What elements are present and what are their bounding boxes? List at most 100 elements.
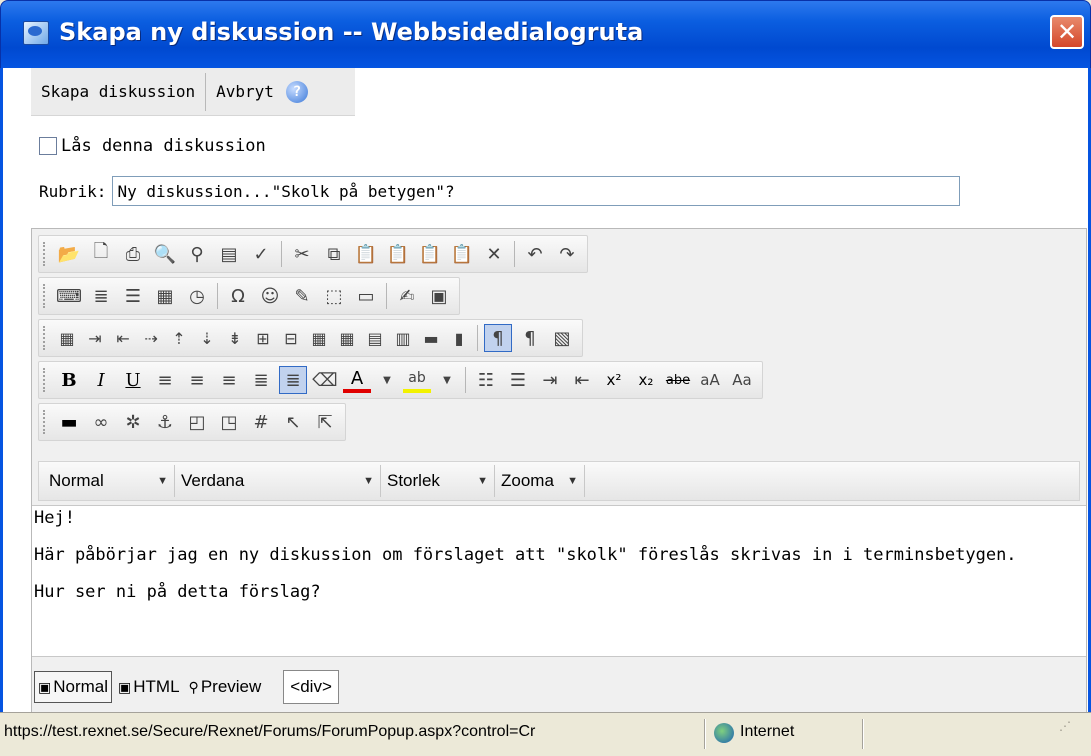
toolbar-grip[interactable]: [43, 368, 47, 392]
insert-link-icon[interactable]: ∞: [87, 408, 115, 436]
zoom-select[interactable]: Zooma ▼: [495, 465, 585, 497]
toolbar-grip[interactable]: [43, 242, 47, 266]
insert-time-icon[interactable]: ◷: [183, 282, 211, 310]
paragraph-style-select[interactable]: Normal ▼: [43, 465, 175, 497]
paste-text-icon[interactable]: 📋: [384, 240, 412, 268]
decrease-font-icon[interactable]: aA: [696, 366, 724, 394]
insert-cell-icon[interactable]: ⊞: [251, 324, 275, 352]
insert-column-before-icon[interactable]: ⇡: [167, 324, 191, 352]
font-size-select[interactable]: Storlek ▼: [381, 465, 495, 497]
rtl-direction-icon[interactable]: ¶: [516, 324, 544, 352]
preview-mode-button[interactable]: ⚲ Preview: [186, 671, 265, 703]
delete-cell-icon[interactable]: ⊟: [279, 324, 303, 352]
align-left-icon[interactable]: ≡: [151, 366, 179, 394]
outdent-icon[interactable]: ⇤: [568, 366, 596, 394]
cell-properties-icon[interactable]: ▥: [391, 324, 415, 352]
insert-column-after-icon[interactable]: ⇣: [195, 324, 219, 352]
show-grid-icon[interactable]: #: [247, 408, 275, 436]
keyboard-icon[interactable]: ⌨: [55, 282, 83, 310]
insert-media-icon[interactable]: ▣: [425, 282, 453, 310]
strikethrough-icon[interactable]: abe: [664, 366, 692, 394]
insert-box-icon[interactable]: ▭: [352, 282, 380, 310]
select-all-icon[interactable]: ⇱: [311, 408, 339, 436]
resize-grip-icon[interactable]: ⋰: [1059, 719, 1085, 749]
redo-icon[interactable]: ↷: [553, 240, 581, 268]
find-icon[interactable]: ⚲: [183, 240, 211, 268]
font-color-icon[interactable]: A: [343, 367, 371, 393]
list-format-icon[interactable]: ☰: [119, 282, 147, 310]
chevron-down-icon[interactable]: ▼: [435, 366, 459, 394]
toolbar-grip[interactable]: [43, 326, 47, 350]
increase-font-icon[interactable]: Aa: [728, 366, 756, 394]
bring-forward-icon[interactable]: ◰: [183, 408, 211, 436]
font-family-select[interactable]: Verdana ▼: [175, 465, 381, 497]
editor-content-area[interactable]: Hej! Här påbörjar jag en ny diskussion o…: [32, 505, 1086, 657]
delete-column-icon[interactable]: ⇟: [223, 324, 247, 352]
paragraph-format-icon[interactable]: ≣: [87, 282, 115, 310]
chevron-down-icon[interactable]: ▼: [375, 366, 399, 394]
superscript-icon[interactable]: x²: [600, 366, 628, 394]
underline-icon[interactable]: U: [119, 366, 147, 394]
cancel-button[interactable]: Avbryt: [206, 73, 284, 111]
insert-row-after-icon[interactable]: ⇤: [111, 324, 135, 352]
copy-icon[interactable]: ⧉: [320, 240, 348, 268]
insert-template-icon[interactable]: ✎: [288, 282, 316, 310]
cut-icon[interactable]: ✂: [288, 240, 316, 268]
lock-discussion-checkbox[interactable]: [39, 137, 57, 155]
ordered-list-icon[interactable]: ☷: [472, 366, 500, 394]
italic-icon[interactable]: I: [87, 366, 115, 394]
horizontal-rule-icon[interactable]: ▬: [55, 408, 83, 436]
new-document-icon[interactable]: 🗋: [87, 240, 115, 268]
absolute-position-icon[interactable]: ↖: [279, 408, 307, 436]
html-mode-label: HTML: [133, 677, 180, 696]
ltr-direction-icon[interactable]: ¶: [484, 324, 512, 352]
tag-selector[interactable]: <div>: [283, 670, 339, 704]
insert-row-before-icon[interactable]: ⇥: [83, 324, 107, 352]
send-backward-icon[interactable]: ◳: [215, 408, 243, 436]
highlight-color-icon[interactable]: ab: [403, 367, 431, 393]
paste-html-icon[interactable]: 📋: [448, 240, 476, 268]
justify-full-icon[interactable]: ≣: [279, 366, 307, 394]
html-mode-button[interactable]: ▣ HTML: [115, 671, 183, 703]
window-title: Skapa ny diskussion -- Webbsidedialogrut…: [59, 18, 644, 46]
paste-icon[interactable]: 📋: [352, 240, 380, 268]
delete-icon[interactable]: ✕: [480, 240, 508, 268]
eraser-icon[interactable]: ⌫: [311, 366, 339, 394]
form-icon[interactable]: ▤: [215, 240, 243, 268]
insert-layer-icon[interactable]: ⬚: [320, 282, 348, 310]
merge-right-icon[interactable]: ▬: [419, 324, 443, 352]
remove-link-icon[interactable]: ✲: [119, 408, 147, 436]
merge-cells-icon[interactable]: ▦: [307, 324, 331, 352]
toolbar-grip[interactable]: [43, 284, 47, 308]
print-icon[interactable]: ⎙: [119, 240, 147, 268]
delete-row-icon[interactable]: ⇢: [139, 324, 163, 352]
normal-mode-button[interactable]: ▣ Normal: [34, 671, 113, 703]
bold-icon[interactable]: B: [55, 366, 83, 394]
page-properties-icon[interactable]: ▧: [548, 324, 576, 352]
paste-word-icon[interactable]: 📋: [416, 240, 444, 268]
split-cells-icon[interactable]: ▦: [335, 324, 359, 352]
edit-image-icon[interactable]: ✍: [393, 282, 421, 310]
unordered-list-icon[interactable]: ☰: [504, 366, 532, 394]
insert-anchor-icon[interactable]: ⚓: [151, 408, 179, 436]
merge-down-icon[interactable]: ▮: [447, 324, 471, 352]
indent-icon[interactable]: ⇥: [536, 366, 564, 394]
create-discussion-button[interactable]: Skapa diskussion: [31, 73, 205, 111]
align-right-icon[interactable]: ≡: [215, 366, 243, 394]
open-folder-icon[interactable]: 📂: [55, 240, 83, 268]
toolbar-grip[interactable]: [43, 410, 47, 434]
rubrik-input[interactable]: [112, 176, 961, 206]
help-icon[interactable]: ?: [285, 80, 308, 103]
align-center-icon[interactable]: ≡: [183, 366, 211, 394]
close-button[interactable]: ✕: [1050, 15, 1084, 49]
align-justify-icon[interactable]: ≣: [247, 366, 275, 394]
undo-icon[interactable]: ↶: [521, 240, 549, 268]
insert-date-icon[interactable]: ▦: [151, 282, 179, 310]
emoticon-icon[interactable]: ☺: [256, 282, 284, 310]
subscript-icon[interactable]: x₂: [632, 366, 660, 394]
spellcheck-icon[interactable]: ✓: [247, 240, 275, 268]
insert-table-icon[interactable]: ▦: [55, 324, 79, 352]
table-properties-icon[interactable]: ▤: [363, 324, 387, 352]
special-character-icon[interactable]: Ω: [224, 282, 252, 310]
print-preview-icon[interactable]: 🔍: [151, 240, 179, 268]
